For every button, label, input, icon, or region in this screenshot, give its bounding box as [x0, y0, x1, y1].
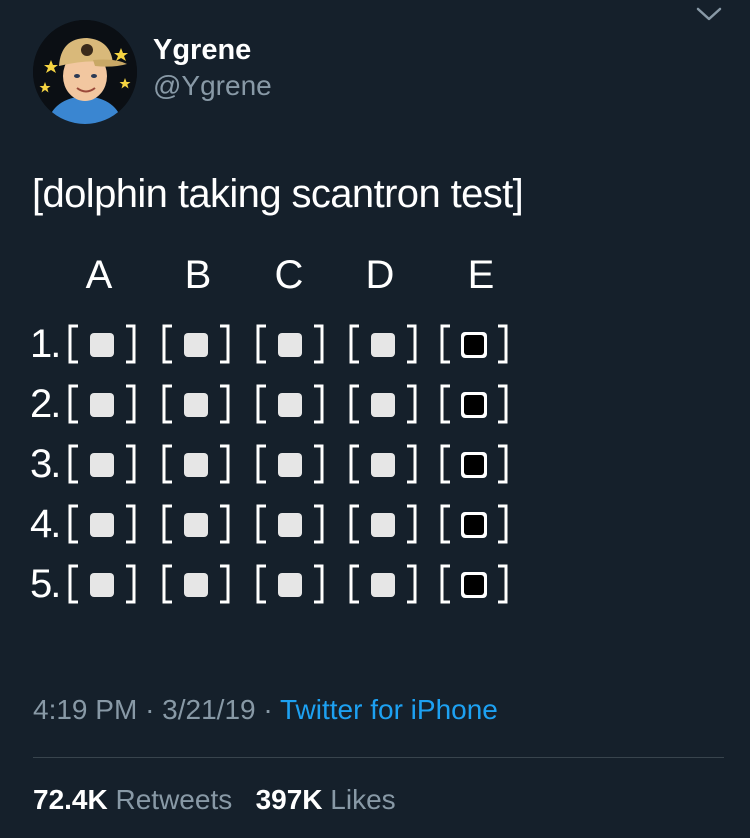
black-square-icon — [440, 384, 508, 424]
answer-bubble — [347, 442, 427, 486]
answer-bubble — [438, 382, 518, 426]
cartoon-avatar-icon — [33, 20, 137, 124]
column-letter: D — [365, 253, 395, 297]
answer-bubble — [66, 382, 146, 426]
white-square-icon — [256, 564, 324, 604]
answer-bubble — [254, 562, 334, 606]
white-square-icon — [256, 444, 324, 484]
author-display-name[interactable]: Ygrene — [153, 34, 251, 67]
white-square-icon — [162, 504, 230, 544]
black-square-icon — [440, 564, 508, 604]
meta-separator: · — [145, 694, 155, 725]
answer-bubble — [438, 322, 518, 366]
answer-bubble — [254, 442, 334, 486]
white-square-icon — [349, 384, 417, 424]
white-square-icon — [162, 444, 230, 484]
white-square-icon — [68, 444, 136, 484]
answer-row: 3. — [0, 438, 750, 488]
answer-bubble — [347, 382, 427, 426]
answer-bubble — [160, 502, 240, 546]
white-square-icon — [68, 564, 136, 604]
answer-bubble — [160, 322, 240, 366]
answer-bubble — [254, 382, 334, 426]
white-square-icon — [256, 384, 324, 424]
answer-row: 4. — [0, 498, 750, 548]
white-square-icon — [162, 384, 230, 424]
white-square-icon — [162, 564, 230, 604]
answer-bubble — [66, 442, 146, 486]
answer-row: 5. — [0, 558, 750, 608]
white-square-icon — [256, 324, 324, 364]
white-square-icon — [68, 324, 136, 364]
meta-separator: · — [263, 694, 273, 725]
tweet-time[interactable]: 4:19 PM — [33, 694, 137, 725]
tweet-stats: 72.4K Retweets 397K Likes — [33, 784, 396, 816]
white-square-icon — [256, 504, 324, 544]
white-square-icon — [68, 504, 136, 544]
black-square-icon — [440, 324, 508, 364]
white-square-icon — [349, 504, 417, 544]
white-square-icon — [349, 324, 417, 364]
answer-bubble — [160, 382, 240, 426]
tweet-text: [dolphin taking scantron test] — [32, 172, 524, 216]
question-number: 1. — [30, 322, 61, 366]
answer-bubble — [160, 442, 240, 486]
white-square-icon — [68, 384, 136, 424]
answer-bubble — [347, 502, 427, 546]
retweets-label[interactable]: Retweets — [116, 784, 233, 815]
author-handle[interactable]: @Ygrene — [153, 70, 272, 102]
answer-bubble — [347, 562, 427, 606]
white-square-icon — [349, 444, 417, 484]
column-letter: C — [274, 253, 304, 297]
retweets-count[interactable]: 72.4K — [33, 784, 108, 815]
tweet-date[interactable]: 3/21/19 — [162, 694, 255, 725]
answer-column-headers: A B C D E — [0, 253, 750, 297]
answer-bubble — [347, 322, 427, 366]
answer-bubble — [438, 442, 518, 486]
white-square-icon — [162, 324, 230, 364]
answer-bubble — [160, 562, 240, 606]
column-letter: A — [85, 253, 113, 297]
column-letter: E — [467, 253, 495, 297]
avatar[interactable] — [33, 20, 137, 124]
black-square-icon — [440, 504, 508, 544]
likes-label[interactable]: Likes — [330, 784, 395, 815]
answer-bubble — [438, 562, 518, 606]
tweet-meta: 4:19 PM · 3/21/19 · Twitter for iPhone — [33, 694, 498, 726]
answer-row: 2. — [0, 378, 750, 428]
question-number: 2. — [30, 382, 61, 426]
answer-bubble — [254, 322, 334, 366]
answer-bubble — [438, 502, 518, 546]
answer-bubble — [254, 502, 334, 546]
answer-bubble — [66, 562, 146, 606]
question-number: 3. — [30, 442, 61, 486]
white-square-icon — [349, 564, 417, 604]
question-number: 4. — [30, 502, 61, 546]
black-square-icon — [440, 444, 508, 484]
chevron-down-icon[interactable] — [694, 4, 724, 24]
question-number: 5. — [30, 562, 61, 606]
tweet-source-link[interactable]: Twitter for iPhone — [280, 694, 498, 725]
likes-count[interactable]: 397K — [256, 784, 323, 815]
column-letter: B — [184, 253, 212, 297]
answer-row: 1. — [0, 318, 750, 368]
divider — [33, 757, 724, 758]
answer-bubble — [66, 502, 146, 546]
answer-bubble — [66, 322, 146, 366]
